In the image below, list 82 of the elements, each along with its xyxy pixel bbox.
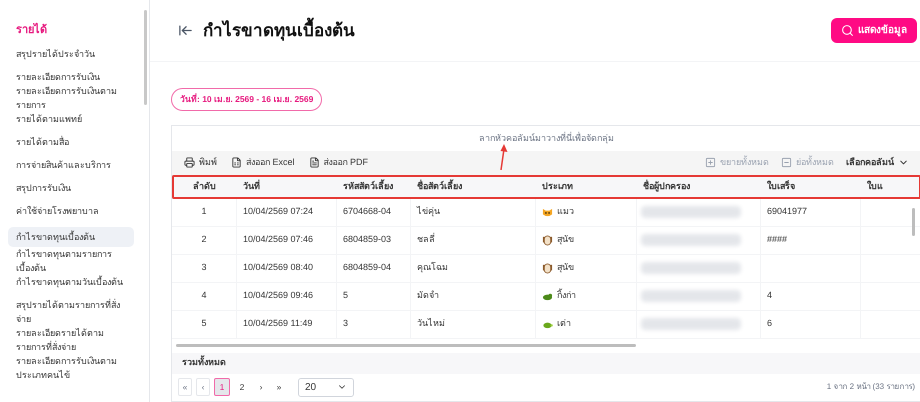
sidebar-item[interactable]: สรุปรายได้ประจำวัน: [8, 46, 134, 60]
sidebar-item[interactable]: รายได้ตามสื่อ: [8, 134, 134, 148]
table-cell: ชลลี่: [411, 226, 536, 254]
table-cell: 3: [172, 254, 237, 282]
sidebar-item[interactable]: รายละเอียดการรับเงิน: [8, 70, 134, 84]
table-cell: 10/04/2569 07:46: [237, 226, 337, 254]
dog-icon: [542, 234, 553, 246]
table-cell-text: 6: [767, 317, 772, 330]
spreadsheet-icon: [231, 157, 242, 168]
page-info: 1 จาก 2 หน้า (33 รายการ): [826, 381, 915, 394]
toolbar-button[interactable]: พิมพ์: [184, 156, 217, 170]
table-cell: วันไหม่: [411, 310, 536, 338]
page-button[interactable]: 2: [234, 378, 250, 396]
table-cell-text: เต่า: [557, 317, 571, 330]
table-cell-text: 69041977: [767, 205, 808, 218]
last-page-button[interactable]: »: [272, 378, 286, 396]
page-button[interactable]: 1: [214, 378, 230, 396]
table-cell: 4: [172, 282, 237, 310]
annotation-arrow: [498, 144, 508, 170]
table-cell: 6804859-03: [337, 226, 411, 254]
sidebar-item[interactable]: รายได้ตามแพทย์: [8, 112, 134, 126]
summary-row: รวมทั้งหมด: [172, 352, 920, 374]
table-cell: 5: [172, 310, 237, 338]
toolbar-button[interactable]: ส่งออก PDF: [308, 156, 368, 170]
sidebar-item[interactable]: รายละเอียดรายได้ตามรายการที่สั่งจ่าย: [8, 326, 134, 354]
show-data-button[interactable]: แสดงข้อมูล: [831, 18, 917, 44]
date-range-badge: วันที่: 10 เม.ย. 2569 - 16 เม.ย. 2569: [171, 88, 322, 112]
sidebar-item[interactable]: รายละเอียดการรับเงินตามประเภทคนไข้: [8, 354, 134, 382]
cat-icon: [542, 206, 553, 218]
table-cell: 10/04/2569 07:24: [237, 198, 337, 226]
column-header[interactable]: ประเภท: [536, 176, 637, 198]
table-cell: 6804859-04: [337, 254, 411, 282]
column-header[interactable]: รหัสสัตว์เลี้ยง: [337, 176, 411, 198]
column-header[interactable]: ชื่อสัตว์เลี้ยง: [411, 176, 536, 198]
sidebar-item[interactable]: กำไรขาดทุนตามรายการเบื้องต้น: [8, 246, 134, 274]
sidebar-item[interactable]: กำไรขาดทุนเบื้องต้น: [8, 226, 134, 246]
table-cell: 3: [337, 310, 411, 338]
table-cell: มัดจำ: [411, 282, 536, 310]
table-cell-text: แมว: [557, 205, 574, 218]
sidebar-item[interactable]: สรุปรายได้ตามรายการที่สั่งจ่าย: [8, 298, 134, 326]
column-header[interactable]: วันที่: [237, 176, 337, 198]
sidebar-item[interactable]: กำไรขาดทุนตามวันเบื้องต้น: [8, 274, 134, 288]
back-icon[interactable]: [178, 23, 193, 38]
table-cell: 10/04/2569 11:49: [237, 310, 337, 338]
table-scrollbar[interactable]: [912, 208, 915, 236]
document-icon: [308, 157, 320, 168]
table-cell: 10/04/2569 08:40: [237, 254, 337, 282]
table-cell: คุณโฉม: [411, 254, 536, 282]
sidebar-item[interactable]: สรุปการรับเงิน: [8, 180, 134, 194]
horizontal-scrollbar[interactable]: [176, 344, 636, 348]
page-size-select[interactable]: 20: [298, 378, 354, 397]
table-cell-text: ####: [767, 233, 788, 246]
column-chooser-button[interactable]: เลือกคอลัมน์: [846, 156, 909, 170]
sidebar-item[interactable]: ค่าใช้จ่ายโรงพยาบาล: [8, 204, 134, 218]
column-header[interactable]: ชื่อผู้ปกครอง: [637, 176, 761, 198]
next-page-button[interactable]: ›: [254, 378, 268, 396]
page-title: กำไรขาดทุนเบื้องต้น: [203, 18, 355, 44]
table-cell: 1: [172, 198, 237, 226]
column-header[interactable]: ใบแ: [861, 176, 920, 198]
table-cell: 10/04/2569 09:46: [237, 282, 337, 310]
table-cell-text: 4: [767, 289, 772, 302]
toolbar-button[interactable]: ส่งออก Excel: [231, 156, 295, 170]
previous-page-button[interactable]: ‹: [196, 378, 210, 396]
printer-icon: [184, 157, 195, 168]
column-header[interactable]: ใบเสร็จ: [761, 176, 861, 198]
search-icon: [841, 24, 854, 38]
sidebar-item[interactable]: รายละเอียดการรับเงินตามรายการ: [8, 84, 134, 112]
sidebar-heading: รายได้: [15, 22, 48, 38]
table-cell: 6704668-04: [337, 198, 411, 226]
sidebar-item[interactable]: การจ่ายสินค้าและบริการ: [8, 158, 134, 172]
plus-square-icon: [705, 157, 716, 168]
sidebar-scrollbar[interactable]: [144, 10, 147, 105]
minus-square-icon: [781, 157, 792, 168]
table-cell: ไข่คุ่น: [411, 198, 536, 226]
table-cell: 2: [172, 226, 237, 254]
table-cell-text: สุนัข: [557, 233, 574, 246]
first-page-button[interactable]: «: [178, 378, 192, 396]
dog-icon: [542, 262, 553, 274]
column-header[interactable]: ลำดับ: [172, 176, 237, 198]
table-cell-text: สุนัข: [557, 261, 574, 274]
table-cell-text: กิ้งก่า: [557, 289, 576, 302]
table-cell: 5: [337, 282, 411, 310]
